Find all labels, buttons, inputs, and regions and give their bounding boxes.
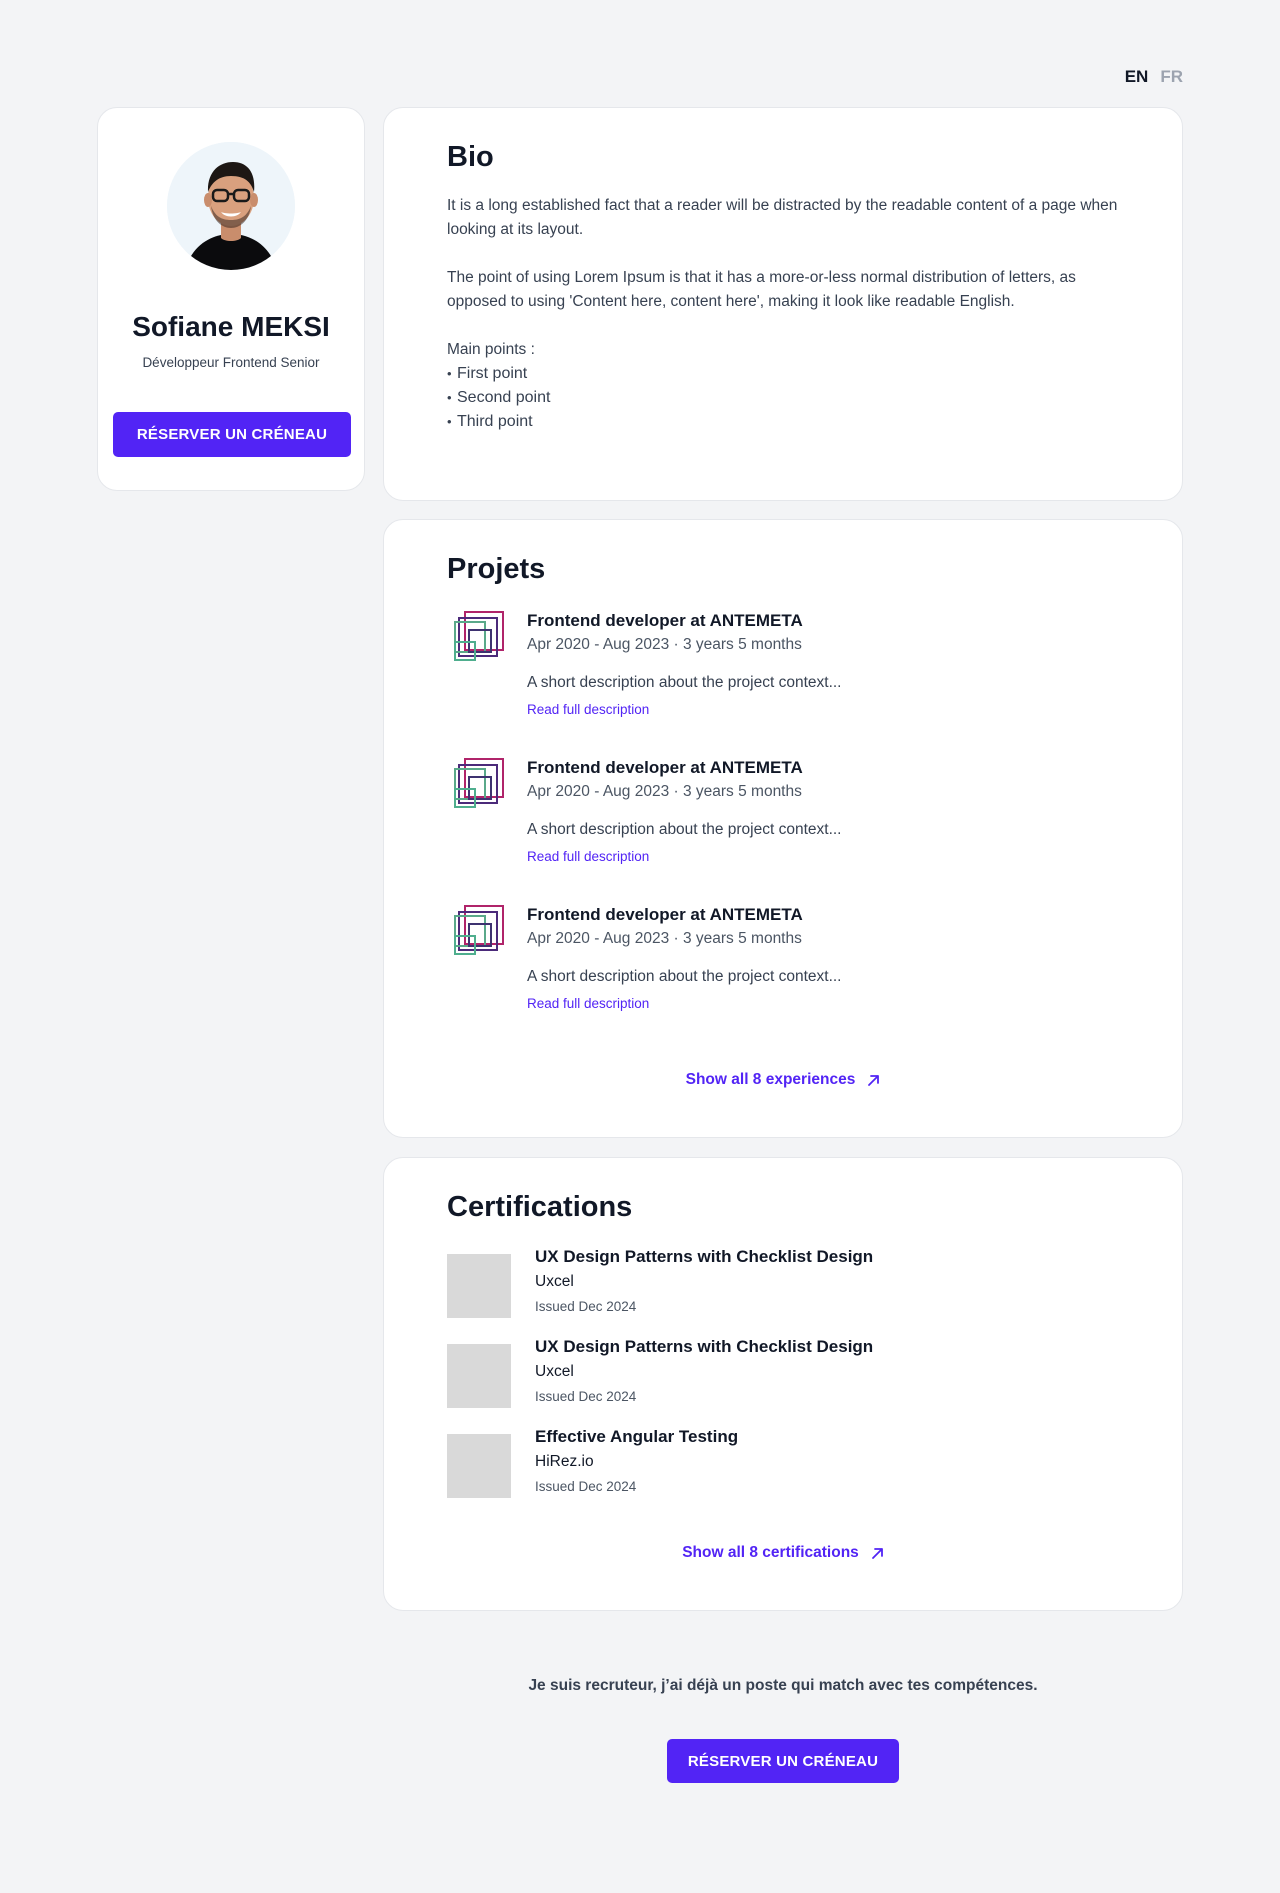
certification-issuer: Uxcel	[535, 1363, 574, 1380]
arrow-up-right-icon	[868, 1074, 880, 1086]
read-full-description-link[interactable]: Read full description	[527, 994, 842, 1014]
certifications-list: UX Design Patterns with Checklist Design…	[447, 1246, 1119, 1516]
project-title: Frontend developer at ANTEMETA	[527, 905, 803, 924]
project-body: Frontend developer at ANTEMETA Apr 2020 …	[527, 757, 842, 867]
footer-book-slot-button[interactable]: RÉSERVER UN CRÉNEAU	[667, 1739, 899, 1783]
certification-body: UX Design Patterns with Checklist Design…	[535, 1336, 873, 1407]
antemeta-logo-icon	[454, 905, 504, 955]
bio-card: Bio It is a long established fact that a…	[383, 107, 1183, 501]
profile-card: Sofiane MEKSI Développeur Frontend Senio…	[97, 107, 365, 491]
certification-title: UX Design Patterns with Checklist Design	[535, 1337, 874, 1356]
show-all-certifications-link[interactable]: Show all 8 certifications	[384, 1544, 1182, 1562]
bio-points-label: Main points :	[447, 341, 535, 358]
read-full-description-link[interactable]: Read full description	[527, 700, 842, 720]
avatar-photo	[167, 142, 295, 270]
projects-title: Projets	[447, 553, 546, 585]
projects-card: Projets Frontend developer at ANTEMETA A…	[383, 519, 1183, 1138]
certification-item: UX Design Patterns with Checklist Design…	[447, 1336, 1119, 1426]
read-full-description-link[interactable]: Read full description	[527, 847, 842, 867]
show-all-certifications-label: Show all 8 certifications	[682, 1544, 859, 1561]
certification-thumbnail	[447, 1254, 511, 1318]
certification-date: Issued Dec 2024	[535, 1479, 637, 1494]
book-slot-button[interactable]: RÉSERVER UN CRÉNEAU	[113, 412, 351, 457]
lang-fr[interactable]: FR	[1160, 67, 1183, 87]
project-description: A short description about the project co…	[527, 968, 842, 985]
certifications-card: Certifications UX Design Patterns with C…	[383, 1157, 1183, 1611]
certification-body: Effective Angular Testing HiRez.io Issue…	[535, 1426, 738, 1497]
project-body: Frontend developer at ANTEMETA Apr 2020 …	[527, 610, 842, 720]
bio-paragraph-1: It is a long established fact that a rea…	[447, 197, 1118, 238]
certification-body: UX Design Patterns with Checklist Design…	[535, 1246, 873, 1317]
show-all-experiences-label: Show all 8 experiences	[685, 1071, 856, 1088]
certification-title: UX Design Patterns with Checklist Design	[535, 1247, 874, 1266]
project-body: Frontend developer at ANTEMETA Apr 2020 …	[527, 904, 842, 1014]
bio-points-list: First point Second point Third point	[447, 362, 1119, 434]
certification-thumbnail	[447, 1434, 511, 1498]
projects-list: Frontend developer at ANTEMETA Apr 2020 …	[447, 610, 1119, 1051]
project-item: Frontend developer at ANTEMETA Apr 2020 …	[447, 757, 1119, 904]
project-item: Frontend developer at ANTEMETA Apr 2020 …	[447, 610, 1119, 757]
project-title: Frontend developer at ANTEMETA	[527, 611, 803, 630]
bio-point: Third point	[447, 410, 1119, 434]
project-dates: Apr 2020 - Aug 2023 · 3 years 5 months	[527, 636, 802, 653]
project-dates: Apr 2020 - Aug 2023 · 3 years 5 months	[527, 783, 802, 800]
certification-thumbnail	[447, 1344, 511, 1408]
page: EN FR Sofiane MEKSI Développeur Frontend…	[0, 0, 1280, 1893]
show-all-experiences-link[interactable]: Show all 8 experiences	[384, 1071, 1182, 1089]
certification-date: Issued Dec 2024	[535, 1389, 637, 1404]
project-description: A short description about the project co…	[527, 674, 842, 691]
project-title: Frontend developer at ANTEMETA	[527, 758, 803, 777]
bio-point: First point	[447, 362, 1119, 386]
antemeta-logo-icon	[454, 611, 504, 661]
certification-issuer: Uxcel	[535, 1273, 574, 1290]
bio-title: Bio	[447, 141, 494, 173]
project-item: Frontend developer at ANTEMETA Apr 2020 …	[447, 904, 1119, 1051]
profile-role: Développeur Frontend Senior	[142, 355, 320, 370]
bio-point: Second point	[447, 386, 1119, 410]
certification-title: Effective Angular Testing	[535, 1427, 739, 1446]
antemeta-logo-icon	[454, 758, 504, 808]
certification-item: Effective Angular Testing HiRez.io Issue…	[447, 1426, 1119, 1516]
certification-item: UX Design Patterns with Checklist Design…	[447, 1246, 1119, 1336]
certifications-title: Certifications	[447, 1191, 633, 1223]
bio-paragraph-2: The point of using Lorem Ipsum is that i…	[447, 269, 1076, 310]
profile-name: Sofiane MEKSI	[132, 311, 330, 342]
project-description: A short description about the project co…	[527, 821, 842, 838]
avatar	[167, 142, 295, 270]
language-switch: EN FR	[1125, 67, 1183, 87]
lang-en[interactable]: EN	[1125, 67, 1149, 87]
certification-date: Issued Dec 2024	[535, 1299, 637, 1314]
arrow-up-right-icon	[871, 1547, 883, 1559]
project-dates: Apr 2020 - Aug 2023 · 3 years 5 months	[527, 930, 802, 947]
recruiter-cta-text: Je suis recruteur, j’ai déjà un poste qu…	[528, 1677, 1038, 1694]
certification-issuer: HiRez.io	[535, 1453, 594, 1470]
